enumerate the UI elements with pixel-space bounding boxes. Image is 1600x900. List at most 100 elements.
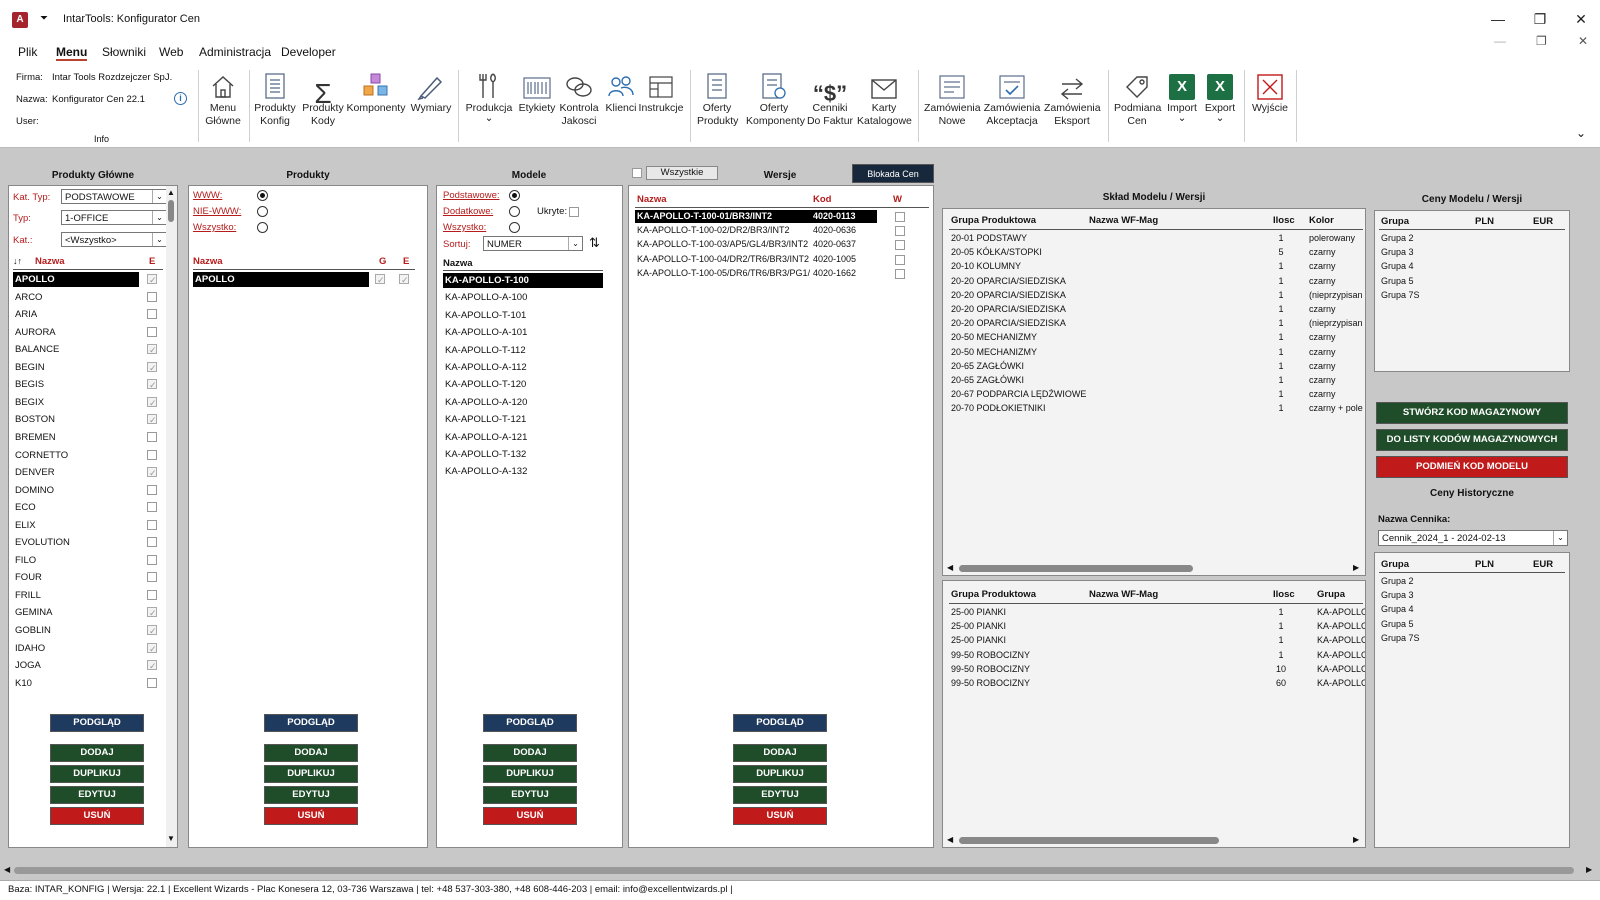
list-item[interactable]: APOLLO [13,272,163,289]
table-row[interactable]: KA-APOLLO-T-100-05/DR6/TR6/BR3/PG1/4020-… [635,267,929,281]
main-hscroll-left-icon[interactable]: ◀ [4,865,10,874]
maximize-window-button[interactable]: ❐ [1520,11,1560,28]
col-kod-header[interactable]: Kod [813,194,831,205]
list-item[interactable]: BEGIX [13,395,163,412]
kontrola-jakosci-button[interactable]: Kontrola Jakosci [556,68,602,127]
col-grupa-produktowa[interactable]: Grupa Produktowa [951,215,1036,226]
list-item[interactable]: KA-APOLLO-T-100 [443,273,603,288]
list-item[interactable]: DENVER [13,465,163,482]
e-checkbox[interactable] [147,449,157,460]
modele-duplikuj-button[interactable]: DUPLIKUJ [483,765,577,783]
list-item[interactable]: JOGA [13,658,163,675]
list-item[interactable]: AURORA [13,325,163,342]
import-button[interactable]: X Import ⌄ [1162,68,1202,123]
e-checkbox[interactable] [147,537,157,548]
col-ilosc[interactable]: Ilosc [1273,215,1295,226]
e-checkbox[interactable] [147,344,157,355]
scroll-up-icon[interactable]: ▲ [167,188,175,197]
col-pln[interactable]: PLN [1475,216,1494,227]
ribbon-collapse-icon[interactable]: ⌄ [1576,126,1586,140]
e-checkbox[interactable] [147,309,157,320]
menu-administracja[interactable]: Administracja [199,45,271,59]
nie-www-radio[interactable] [257,206,268,217]
price-group-row[interactable]: Grupa 4 [1381,259,1561,273]
table-row[interactable]: 20-20 OPARCIA/SIEDZISKA 1 (nieprzypisan [951,288,1365,302]
table-row[interactable]: 20-50 MECHANIZMY 1 czarny [951,345,1365,359]
inner-minimize-button[interactable]: — [1494,34,1506,48]
wersje-usun-button[interactable]: USUŃ [733,807,827,825]
table-row[interactable]: 25-00 PIANKI 1 KA-APOLLO [951,619,1365,633]
e-checkbox[interactable] [147,467,157,478]
produkty-glowne-duplikuj-button[interactable]: DUPLIKUJ [50,765,144,783]
list-item[interactable]: KA-APOLLO-T-132 [443,447,603,462]
wersje-dodaj-button[interactable]: DODAJ [733,744,827,762]
dodatkowe-radio[interactable] [509,206,520,217]
produkty-duplikuj-button[interactable]: DUPLIKUJ [264,765,358,783]
col-pln[interactable]: PLN [1475,559,1494,570]
e-checkbox[interactable] [147,431,157,442]
hscroll-right-icon[interactable]: ▶ [1353,835,1359,844]
table-row[interactable]: 99-50 ROBOCIZNY 60 KA-APOLLO [951,676,1365,690]
modele-usun-button[interactable]: USUŃ [483,807,577,825]
list-item[interactable]: KA-APOLLO-T-120 [443,377,603,392]
do-listy-kodow-button[interactable]: DO LISTY KODÓW MAGAZYNOWYCH [1376,429,1568,451]
table-row[interactable]: 20-20 OPARCIA/SIEDZISKA 1 (nieprzypisan [951,316,1365,330]
price-group-row[interactable]: Grupa 5 [1381,617,1561,631]
produkty-kody-button[interactable]: Σ Produkty Kody [300,68,346,127]
list-item[interactable]: KA-APOLLO-T-121 [443,412,603,427]
table-row[interactable]: 20-05 KÓŁKA/STOPKI 5 czarny [951,245,1365,259]
list-item[interactable]: GEMINA [13,605,163,622]
col-e-header[interactable]: E [149,256,155,267]
col-g-header[interactable]: G [379,256,386,267]
wszystko-radio[interactable] [509,222,520,233]
instrukcje-button[interactable]: Instrukcje [638,68,684,115]
table-row[interactable]: KA-APOLLO-T-100-01/BR3/INT2 4020-0113 [635,210,929,224]
main-hscroll-right-icon[interactable]: ▶ [1586,865,1592,874]
e-checkbox[interactable] [147,589,157,600]
e-checkbox[interactable] [147,326,157,337]
price-group-row[interactable]: Grupa 2 [1381,574,1561,588]
table-row[interactable]: 20-50 MECHANIZMY 1 czarny [951,330,1365,344]
sort-direction-icon[interactable]: ⇅ [589,235,600,251]
list-item[interactable]: BOSTON [13,412,163,429]
podstawowe-radio[interactable] [509,190,520,201]
e-checkbox[interactable] [147,677,157,688]
kat-typ-select[interactable]: PODSTAWOWE ⌄ [61,189,167,204]
close-window-button[interactable]: ✕ [1561,11,1600,28]
price-group-row[interactable]: Grupa 3 [1381,588,1561,602]
list-item[interactable]: FRILL [13,588,163,605]
table-row[interactable]: 20-20 OPARCIA/SIEDZISKA 1 czarny [951,302,1365,316]
produkty-glowne-edytuj-button[interactable]: EDYTUJ [50,786,144,804]
list-item[interactable]: KA-APOLLO-T-112 [443,343,603,358]
list-item[interactable]: KA-APOLLO-A-112 [443,360,603,375]
zamowienia-akceptacja-button[interactable]: Zamówienia Akceptacja [982,68,1042,127]
ukryte-checkbox[interactable] [569,207,579,217]
wersje-podglad-button[interactable]: PODGLĄD [733,714,827,732]
produkty-glowne-podglad-button[interactable]: PODGLĄD [50,714,144,732]
wersje-edytuj-button[interactable]: EDYTUJ [733,786,827,804]
export-button[interactable]: X Export ⌄ [1200,68,1240,123]
blokada-cen-button[interactable]: Blokada Cen [852,164,934,183]
e-checkbox[interactable] [147,642,157,653]
w-checkbox[interactable] [895,226,905,237]
e-checkbox[interactable] [147,660,157,671]
menu-slowniki[interactable]: Słowniki [102,45,146,59]
wymiary-button[interactable]: Wymiary [408,68,454,115]
list-item[interactable]: IDAHO [13,641,163,658]
cenniki-button[interactable]: “$” Cenniki Do Faktur [806,68,854,127]
produkty-usun-button[interactable]: USUŃ [264,807,358,825]
price-group-row[interactable]: Grupa 7S [1381,631,1561,645]
list-item[interactable]: ECO [13,500,163,517]
e-checkbox[interactable] [147,396,157,407]
list-item[interactable]: FILO [13,553,163,570]
e-checkbox[interactable] [147,572,157,583]
price-group-row[interactable]: Grupa 2 [1381,231,1561,245]
menu-menu[interactable]: Menu [56,45,88,61]
col-nazwa-header[interactable]: Nazwa [193,256,223,267]
main-hscroll-thumb[interactable] [14,867,1574,874]
scroll-thumb[interactable] [168,200,174,222]
col-grupa[interactable]: Grupa [1317,589,1345,600]
table-row[interactable]: 99-50 ROBOCIZNY 1 KA-APOLLO [951,648,1365,662]
e-checkbox[interactable] [147,361,157,372]
col-grupa[interactable]: Grupa [1381,559,1409,570]
